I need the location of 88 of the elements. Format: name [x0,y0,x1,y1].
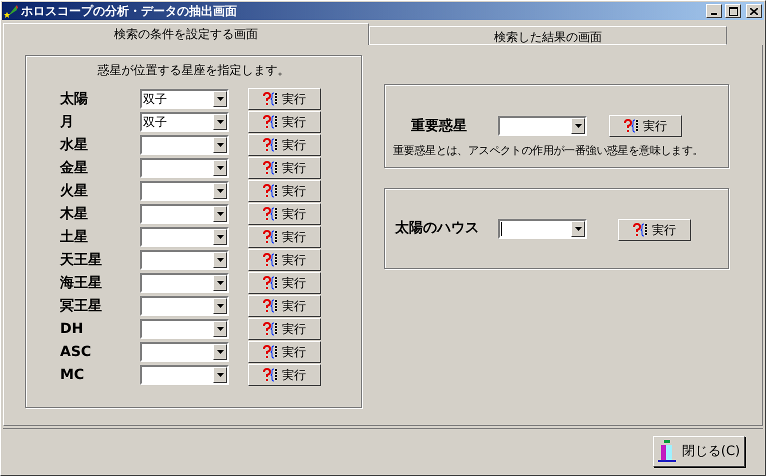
planet-label: 火星 [60,182,89,200]
run-button[interactable]: 実行 [248,203,321,225]
tab[interactable]: 検索した結果の画面 [369,26,727,45]
planet-label: 土星 [60,228,89,246]
planet-label: 金星 [60,159,89,177]
dropdown-arrow-icon [216,373,224,377]
dropdown-field[interactable] [140,181,229,201]
planet-label: 海王星 [60,274,103,292]
dropdown-arrow-icon [216,350,224,354]
dropdown-field[interactable]: 双子 [140,89,229,109]
help-brace-icon [263,253,279,267]
field-label: 重要惑星 [411,117,468,135]
dropdown-field[interactable] [140,342,229,362]
planet-label: 太陽 [60,90,89,108]
dropdown-field[interactable] [140,204,229,224]
dropdown-field[interactable] [498,116,587,136]
dropdown-arrow-icon [216,327,224,331]
dropdown-arrow-icon [216,212,224,216]
help-brace-icon [263,276,279,290]
dropdown-arrow-icon [216,97,224,101]
run-button[interactable]: 実行 [248,295,321,317]
run-button[interactable]: 実行 [248,318,321,340]
help-brace-icon [624,119,640,133]
field-label: 太陽のハウス [395,219,480,237]
dropdown-arrow-icon [216,166,224,170]
door-exit-icon [658,440,676,462]
run-button[interactable]: 実行 [248,134,321,156]
dropdown-field[interactable] [140,296,229,316]
run-button[interactable]: 実行 [248,249,321,271]
dropdown-field[interactable] [140,135,229,155]
dropdown-field[interactable] [140,319,229,339]
run-button[interactable]: 実行 [248,226,321,248]
help-brace-icon [263,115,279,129]
planet-label: ASC [60,344,92,360]
dropdown-field[interactable]: 双子 [140,112,229,132]
help-brace-icon [633,223,649,237]
dropdown-arrow-icon [216,281,224,285]
help-brace-icon [263,230,279,244]
dropdown-field[interactable] [140,250,229,270]
help-brace-icon [263,322,279,336]
planet-label: 月 [60,113,75,131]
close-icon [750,8,758,14]
close-dialog-button[interactable]: 閉じる(C) [653,436,745,466]
tab[interactable]: 検索の条件を設定する画面 [3,23,369,45]
dropdown-field[interactable] [140,273,229,293]
dropdown-arrow-icon [216,235,224,239]
run-button[interactable]: 実行 [248,341,321,363]
help-brace-icon [263,345,279,359]
run-button[interactable]: 実行 [248,180,321,202]
dropdown-field[interactable] [140,158,229,178]
planet-label: MC [60,367,86,383]
planet-label: 水星 [60,136,89,154]
dropdown-arrow-icon [574,124,582,128]
run-button[interactable]: 実行 [248,364,321,386]
planet-label: DH [60,321,84,337]
help-brace-icon [263,161,279,175]
run-button[interactable]: 実行 [248,272,321,294]
dropdown-field[interactable] [140,365,229,385]
planet-label: 木星 [60,205,89,223]
run-button[interactable]: 実行 [618,219,691,241]
dropdown-arrow-icon [216,189,224,193]
comet-icon [4,4,18,18]
maximize-icon [728,6,738,16]
help-brace-icon [263,368,279,382]
maximize-button[interactable] [725,4,741,18]
help-brace-icon [263,299,279,313]
planet-label: 冥王星 [60,297,103,315]
note-text: 重要惑星とは、アスペクトの作用が一番強い惑星を意味します。 [393,143,704,158]
dropdown-arrow-icon [216,120,224,124]
planet-label: 天王星 [60,251,103,269]
dropdown-field[interactable] [140,227,229,247]
group-caption: 惑星が位置する星座を指定します。 [98,62,290,79]
run-button[interactable]: 実行 [248,111,321,133]
dropdown-field[interactable] [498,219,587,239]
dropdown-arrow-icon [574,227,582,231]
dropdown-arrow-icon [216,143,224,147]
run-button[interactable]: 実行 [248,157,321,179]
help-brace-icon [263,184,279,198]
dropdown-arrow-icon [216,258,224,262]
minimize-button[interactable] [706,4,722,18]
close-button[interactable] [746,4,762,18]
help-brace-icon [263,207,279,221]
window-title: ホロスコープの分析・データの抽出画面 [21,2,238,20]
dropdown-arrow-icon [216,304,224,308]
run-button[interactable]: 実行 [248,88,321,110]
help-brace-icon [263,138,279,152]
run-button[interactable]: 実行 [609,115,682,137]
help-brace-icon [263,92,279,106]
